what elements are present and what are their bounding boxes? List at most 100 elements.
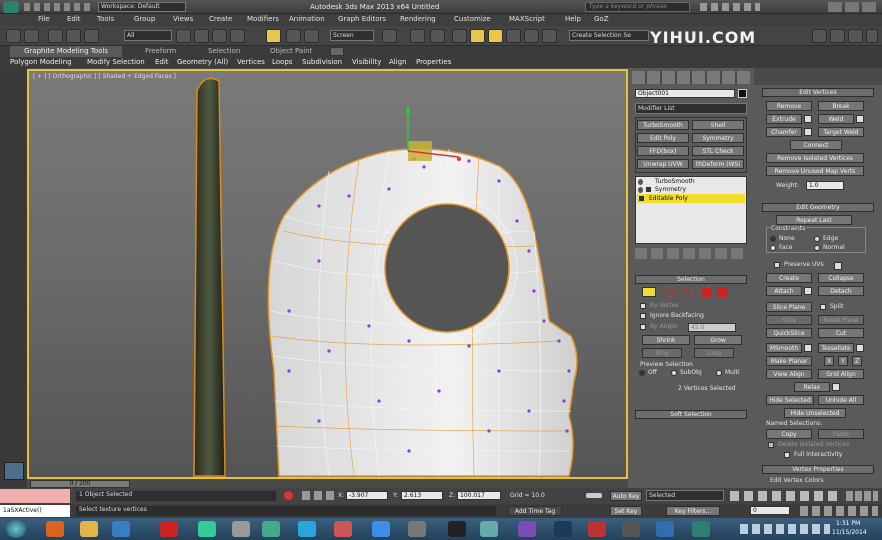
- render-setup-icon[interactable]: [812, 29, 827, 43]
- menu-group[interactable]: Group: [134, 15, 155, 23]
- spinner-snap-icon[interactable]: [506, 29, 521, 43]
- render-production-icon[interactable]: [866, 29, 878, 43]
- weight-field[interactable]: 1.0: [806, 181, 844, 190]
- 3dsmax-icon[interactable]: [692, 521, 710, 537]
- viewport-layout-icon[interactable]: [4, 462, 24, 480]
- redo-icon[interactable]: [24, 29, 39, 43]
- attach-settings-icon[interactable]: [804, 287, 812, 295]
- bulb-icon[interactable]: [638, 187, 643, 193]
- quick-access-icons[interactable]: [24, 3, 94, 11]
- ffd-box-button[interactable]: FFD(box): [637, 146, 689, 156]
- ribbon-toggle-icon[interactable]: [330, 47, 344, 56]
- preview-subobj-radio[interactable]: [671, 370, 677, 376]
- z-coordinate-field[interactable]: 100.017: [457, 491, 501, 500]
- photoshop-icon[interactable]: [554, 521, 572, 537]
- app-icon[interactable]: [408, 521, 426, 537]
- preserve-uvs-settings-icon[interactable]: [834, 262, 842, 270]
- ribbon-polygon-modeling[interactable]: Polygon Modeling: [10, 58, 72, 66]
- grow-button[interactable]: Grow: [694, 335, 742, 345]
- app-icon[interactable]: [480, 521, 498, 537]
- key-mode-dropdown[interactable]: Selected: [646, 490, 724, 501]
- skype-icon[interactable]: [298, 521, 316, 537]
- stl-check-button[interactable]: STL Check: [692, 146, 744, 156]
- expand-icon[interactable]: [646, 187, 651, 192]
- object-color-swatch[interactable]: [738, 89, 747, 98]
- set-key-button[interactable]: Set Key: [610, 506, 642, 516]
- expand-icon[interactable]: [639, 196, 644, 201]
- planar-y-button[interactable]: Y: [838, 356, 848, 366]
- scale-icon[interactable]: [304, 29, 319, 43]
- app-icon[interactable]: [262, 521, 280, 537]
- ribbon-align[interactable]: Align: [389, 58, 407, 66]
- soft-selection-rollout-header[interactable]: Soft Selection: [635, 410, 747, 419]
- by-vertex-checkbox[interactable]: [640, 303, 646, 309]
- copy-button[interactable]: Copy: [766, 429, 812, 439]
- ribbon-edit[interactable]: Edit: [155, 58, 169, 66]
- window-crossing-icon[interactable]: [230, 29, 245, 43]
- ribbon-properties[interactable]: Properties: [416, 58, 451, 66]
- by-angle-checkbox[interactable]: [640, 324, 646, 330]
- x-coordinate-field[interactable]: -3.907: [346, 491, 388, 500]
- lock-selection-icon[interactable]: [284, 491, 293, 500]
- grid-align-button[interactable]: Grid Align: [818, 369, 864, 379]
- collapse-button[interactable]: Collapse: [818, 273, 864, 283]
- delete-isolated-checkbox[interactable]: [768, 442, 774, 448]
- filezilla-icon[interactable]: [160, 521, 178, 537]
- make-planar-button[interactable]: Make Planar: [766, 356, 812, 366]
- weld-settings-icon[interactable]: [856, 115, 864, 123]
- stack-item-turbosmooth[interactable]: TurboSmooth: [637, 178, 745, 186]
- viewport-nav-icons[interactable]: [846, 491, 878, 501]
- auto-key-button[interactable]: Auto Key: [610, 491, 642, 501]
- selection-filter-dropdown[interactable]: All: [124, 30, 172, 41]
- explorer-icon[interactable]: [80, 521, 98, 537]
- remove-unused-map-verts-button[interactable]: Remove Unused Map Verts: [766, 166, 864, 176]
- menu-views[interactable]: Views: [173, 15, 193, 23]
- ribbon-vertices[interactable]: Vertices: [237, 58, 265, 66]
- add-time-tag-button[interactable]: Add Time Tag: [508, 506, 562, 516]
- preserve-uvs-checkbox[interactable]: [774, 262, 780, 268]
- menu-modifiers[interactable]: Modifiers: [247, 15, 279, 23]
- preview-off-radio[interactable]: [639, 370, 645, 376]
- edit-named-selection-icon[interactable]: [524, 29, 539, 43]
- constraint-edge-radio[interactable]: [814, 236, 820, 242]
- tab-freeform[interactable]: Freeform: [145, 47, 176, 55]
- dropbox-icon[interactable]: [372, 521, 390, 537]
- attach-button[interactable]: Attach: [766, 286, 802, 296]
- unlink-icon[interactable]: [66, 29, 81, 43]
- edit-vertices-rollout-header[interactable]: Edit Vertices: [762, 88, 874, 97]
- menu-edit[interactable]: Edit: [67, 15, 81, 23]
- paste-button[interactable]: Paste: [818, 429, 864, 439]
- help-icons[interactable]: [700, 3, 760, 11]
- key-filters-button[interactable]: Key Filters...: [666, 506, 720, 516]
- menu-help[interactable]: Help: [565, 15, 581, 23]
- window-controls[interactable]: [828, 2, 878, 12]
- perspective-viewport[interactable]: [ + ] [ Orthographic ] [ Shaded + Edged …: [27, 69, 628, 479]
- chamfer-settings-icon[interactable]: [804, 128, 812, 136]
- editable-poly-object[interactable]: [267, 148, 578, 477]
- msmooth-settings-icon[interactable]: [804, 344, 812, 352]
- maxscript-mini-listener[interactable]: [0, 489, 70, 503]
- chamfer-button[interactable]: Chamfer: [766, 127, 802, 137]
- connect-button[interactable]: Connect: [790, 140, 842, 150]
- tray-icons[interactable]: [740, 524, 830, 534]
- break-button[interactable]: Break: [818, 101, 864, 111]
- constraint-none-radio[interactable]: [770, 236, 776, 242]
- media-icon[interactable]: [112, 521, 130, 537]
- edit-geometry-rollout-header[interactable]: Edit Geometry: [762, 203, 874, 212]
- loop-button[interactable]: Loop: [694, 348, 734, 358]
- search-input[interactable]: Type a keyword or phrase: [585, 2, 690, 12]
- planar-x-button[interactable]: X: [824, 356, 834, 366]
- selection-rollout-header[interactable]: Selection: [635, 275, 747, 284]
- weld-button[interactable]: Weld: [818, 114, 854, 124]
- turbosmooth-button[interactable]: TurboSmooth: [637, 120, 689, 130]
- constraint-normal-radio[interactable]: [814, 245, 820, 251]
- stack-tools-row[interactable]: [635, 248, 747, 259]
- clock-time[interactable]: 1:31 PM: [836, 520, 860, 527]
- render-frame-icon[interactable]: [830, 29, 845, 43]
- tab-object-paint[interactable]: Object Paint: [270, 47, 312, 55]
- playback-controls[interactable]: [730, 491, 840, 501]
- extrude-settings-icon[interactable]: [804, 115, 812, 123]
- quickslice-button[interactable]: QuickSlice: [766, 328, 812, 338]
- unhide-all-button[interactable]: Unhide All: [818, 395, 864, 405]
- remove-isolated-vertices-button[interactable]: Remove Isolated Vertices: [766, 153, 864, 163]
